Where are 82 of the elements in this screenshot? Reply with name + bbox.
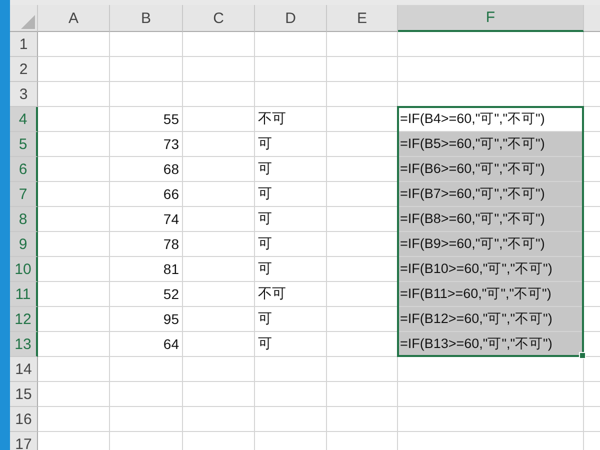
spreadsheet-cell: 55: [110, 107, 183, 132]
row-header[interactable]: 14: [10, 357, 38, 382]
spreadsheet-cell: 可: [255, 207, 327, 232]
row-header[interactable]: 8: [10, 207, 38, 232]
empty-cell: [183, 207, 255, 232]
empty-cell: [255, 82, 327, 107]
empty-cell: [183, 332, 255, 357]
empty-cell: [183, 257, 255, 282]
empty-cell: [255, 57, 327, 82]
empty-cell: [183, 282, 255, 307]
fill-handle[interactable]: [579, 352, 586, 359]
empty-cell: [183, 82, 255, 107]
spreadsheet-cell: =IF(B13>=60,"可","不可"): [398, 332, 584, 357]
spreadsheet-cell: 95: [110, 307, 183, 332]
spreadsheet-cell: 73: [110, 132, 183, 157]
row-header[interactable]: 9: [10, 232, 38, 257]
empty-cell: [183, 107, 255, 132]
row-header[interactable]: 2: [10, 57, 38, 82]
empty-cell: [183, 232, 255, 257]
row-header[interactable]: 11: [10, 282, 38, 307]
spreadsheet-cell: =IF(B11>=60,"可","不可"): [398, 282, 584, 307]
empty-cell: [327, 82, 398, 107]
empty-cell: [183, 407, 255, 432]
spreadsheet-cell: =IF(B5>=60,"可","不可"): [398, 132, 584, 157]
spreadsheet-cell: 可: [255, 232, 327, 257]
spreadsheet-cell: 可: [255, 182, 327, 207]
column-header[interactable]: F: [398, 5, 584, 32]
empty-cell: [255, 407, 327, 432]
empty-cell: [183, 157, 255, 182]
empty-cell: [183, 57, 255, 82]
spreadsheet-cell: 可: [255, 132, 327, 157]
empty-cell: [327, 57, 398, 82]
empty-cell: [327, 382, 398, 407]
spreadsheet-cell: 可: [255, 157, 327, 182]
row-header[interactable]: 16: [10, 407, 38, 432]
spreadsheet-cell: =IF(B8>=60,"可","不可"): [398, 207, 584, 232]
row-header[interactable]: 7: [10, 182, 38, 207]
empty-cell: [327, 407, 398, 432]
spreadsheet-cell: 78: [110, 232, 183, 257]
empty-cell: [183, 307, 255, 332]
empty-cell: [255, 382, 327, 407]
row-header[interactable]: 10: [10, 257, 38, 282]
empty-cell: [183, 182, 255, 207]
spreadsheet-cell: 可: [255, 257, 327, 282]
spreadsheet-cell: 不可: [255, 282, 327, 307]
header-background: [584, 5, 600, 32]
empty-cell: [183, 32, 255, 57]
column-header[interactable]: D: [255, 5, 327, 32]
row-header[interactable]: 1: [10, 32, 38, 57]
empty-cell: [183, 357, 255, 382]
spreadsheet-cell: 68: [110, 157, 183, 182]
spreadsheet-cell: 可: [255, 332, 327, 357]
empty-cell: [327, 32, 398, 57]
spreadsheet-cell: 52: [110, 282, 183, 307]
column-header[interactable]: C: [183, 5, 255, 32]
column-header[interactable]: E: [327, 5, 398, 32]
row-header[interactable]: 3: [10, 82, 38, 107]
empty-cell: [183, 132, 255, 157]
spreadsheet-cell: =IF(B7>=60,"可","不可"): [398, 182, 584, 207]
spreadsheet-cell: =IF(B6>=60,"可","不可"): [398, 157, 584, 182]
spreadsheet-cell: =IF(B9>=60,"可","不可"): [398, 232, 584, 257]
row-header[interactable]: 4: [10, 107, 38, 132]
row-header[interactable]: 6: [10, 157, 38, 182]
empty-cell: [255, 357, 327, 382]
row-header[interactable]: 17: [10, 432, 38, 450]
spreadsheet-cell: 66: [110, 182, 183, 207]
empty-cell: [327, 357, 398, 382]
column-header[interactable]: B: [110, 5, 183, 32]
spreadsheet-cell: 81: [110, 257, 183, 282]
spreadsheet-cell: 74: [110, 207, 183, 232]
spreadsheet-cell: 64: [110, 332, 183, 357]
column-header[interactable]: A: [38, 5, 110, 32]
row-header[interactable]: 15: [10, 382, 38, 407]
spreadsheet-cell: =IF(B12>=60,"可","不可"): [398, 307, 584, 332]
empty-cell: [255, 32, 327, 57]
row-header[interactable]: 5: [10, 132, 38, 157]
empty-cell: [183, 382, 255, 407]
spreadsheet-cell: 可: [255, 307, 327, 332]
spreadsheet-cell: =IF(B10>=60,"可","不可"): [398, 257, 584, 282]
row-header[interactable]: 13: [10, 332, 38, 357]
spreadsheet-cell: 不可: [255, 107, 327, 132]
row-header[interactable]: 12: [10, 307, 38, 332]
